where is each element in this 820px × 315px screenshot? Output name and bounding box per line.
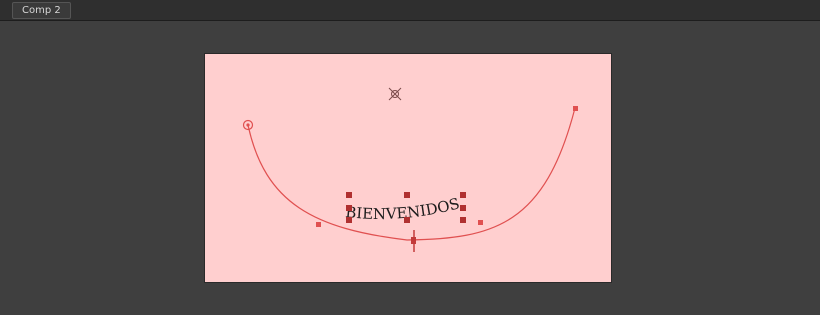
composition-canvas[interactable]: BIENVENIDOS — [204, 53, 612, 283]
text-layer[interactable]: BIENVENIDOS — [345, 194, 462, 223]
composition-viewer[interactable]: BIENVENIDOS — [0, 21, 820, 315]
tangent-handle-right[interactable] — [478, 220, 483, 225]
tab-comp[interactable]: Comp 2 — [12, 2, 71, 19]
anchor-point-icon[interactable] — [388, 87, 402, 101]
tangent-handle-left[interactable] — [316, 222, 321, 227]
path-first-vertex-dot — [246, 123, 250, 127]
viewer-tab-bar: Comp 2 — [0, 0, 820, 21]
canvas-overlay: BIENVENIDOS — [242, 87, 578, 252]
text-layer-content: BIENVENIDOS — [345, 194, 462, 223]
path-end-vertex[interactable] — [573, 106, 578, 111]
